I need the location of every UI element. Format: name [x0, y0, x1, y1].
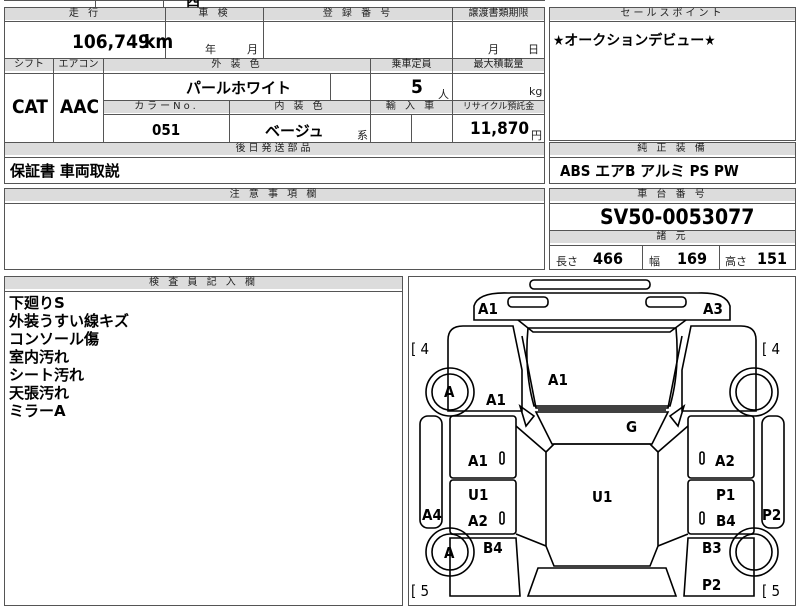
inspector-notes-header: 検 査 員 記 入 欄 [5, 277, 402, 289]
sales-point-header: セールスポイント [550, 8, 795, 20]
exterior-color-header: 外 装 色 [104, 59, 370, 71]
front-right-lamp [645, 296, 687, 308]
exterior-color-value: パールホワイト [186, 79, 292, 97]
front-right-wheel [729, 367, 779, 417]
inspector-notes-list: 下廻りS 外装うすい線キズ コンソール傷 室内汚れ シート汚れ 天張汚れ ミラー… [9, 294, 129, 420]
mark-left-rocker: A4 [422, 506, 442, 524]
later-parts-value: 保証書 車両取説 [10, 162, 120, 180]
registration-header: 登 録 番 号 [264, 8, 452, 20]
standard-equipment-value: ABS エアB アルミ PS PW [560, 162, 739, 180]
bracket-left-top: [ 4 [411, 340, 430, 358]
inspector-note-line: シート汚れ [9, 366, 85, 384]
inspector-note-line: 室内汚れ [9, 348, 70, 366]
shift-header: シフト [5, 59, 53, 71]
recycle-fee-unit: 円 [531, 129, 542, 142]
mark-roof: U1 [592, 488, 613, 506]
hood [526, 327, 678, 407]
mileage-unit: km [144, 31, 174, 53]
mark-right-quarter: B3 [702, 539, 722, 557]
inspector-note-line: 天張汚れ [9, 384, 70, 402]
height-value: 151 [757, 249, 788, 268]
shift-value: CAT [12, 96, 48, 118]
mark-front-left-corner: A1 [478, 300, 498, 318]
mark-right-rocker: P2 [762, 506, 782, 524]
transfer-deadline-header: 譲渡書類期限 [453, 8, 544, 20]
inspector-note-line: ミラーA [9, 402, 66, 420]
max-load-header: 最大積載量 [453, 59, 544, 71]
car-diagram [419, 279, 785, 597]
mark-hood: A1 [548, 371, 568, 389]
rear-window [526, 567, 678, 597]
inspection-year-label: 年 [205, 43, 216, 56]
interior-color-value: ベージュ [265, 122, 324, 140]
windshield [534, 411, 670, 445]
capacity-header: 乗車定員 [371, 59, 452, 71]
import-header: 輸 入 車 [371, 101, 452, 113]
recycle-fee-value: 11,870 [470, 119, 530, 139]
mark-front-left-fender: A1 [486, 391, 506, 409]
mark-rear-left-wheel: A [444, 544, 455, 562]
chassis-number: SV50-0053077 [600, 205, 755, 229]
inspector-note-line: 下廻りS [9, 294, 65, 312]
mark-front-left-wheel: A [444, 383, 455, 401]
recycle-fee-header: リサイクル預託金 [453, 101, 544, 113]
mark-front-right-corner: A3 [703, 300, 723, 318]
mark-rear-right-door-upper: P1 [716, 486, 736, 504]
standard-equipment-header: 純 正 装 備 [550, 143, 795, 155]
sales-point-box [549, 7, 796, 141]
transfer-day-label: 日 [528, 43, 539, 56]
transfer-month-label: 月 [488, 43, 499, 56]
height-label: 高さ [725, 255, 747, 268]
inspection-header: 車 検 [166, 8, 263, 20]
mark-windshield: G [626, 418, 638, 436]
chassis-header: 車 台 番 号 [550, 189, 795, 201]
inspector-note-line: 外装うすい線キズ [9, 312, 130, 330]
hood-edge [521, 335, 683, 409]
mark-rear-right-door-lower: B4 [716, 512, 736, 530]
interior-color-header: 内 装 色 [230, 101, 370, 113]
max-load-unit: kg [529, 85, 543, 98]
mileage-value: 106,749 [72, 31, 150, 53]
front-grille [517, 319, 687, 333]
aircon-header: エアコン [54, 59, 103, 71]
notes-header: 注 意 事 項 欄 [5, 189, 544, 201]
width-value: 169 [677, 249, 708, 268]
sales-point-value: ★オークションデビュー★ [553, 33, 716, 49]
front-bumper [529, 279, 651, 290]
color-no-value: 051 [152, 121, 181, 139]
bracket-right-bottom: [ 5 [762, 582, 781, 600]
capacity-value: 5 [411, 76, 423, 98]
color-no-header: カラーNo. [104, 101, 229, 113]
inspection-month-label: 月 [247, 43, 258, 56]
mark-front-left-door: A1 [468, 452, 488, 470]
mark-front-right-door: A2 [715, 452, 735, 470]
mark-rear-left-door-lower: A2 [468, 512, 488, 530]
dimensions-header: 諸 元 [550, 231, 795, 243]
mileage-header: 走 行 [5, 8, 165, 20]
mark-left-quarter: B4 [483, 539, 503, 557]
bracket-right-top: [ 4 [762, 340, 781, 358]
length-label: 長さ [556, 255, 578, 268]
interior-color-suffix: 系 [357, 129, 368, 142]
front-left-lamp [507, 296, 549, 308]
front-right-fender [681, 325, 757, 412]
bracket-left-bottom: [ 5 [411, 582, 430, 600]
inspector-note-line: コンソール傷 [9, 330, 100, 348]
aircon-value: AAC [60, 96, 100, 118]
width-label: 幅 [649, 255, 660, 268]
mark-rear-left-door-upper: U1 [468, 486, 489, 504]
later-parts-header: 後日発送部品 [5, 143, 544, 155]
length-value: 466 [593, 249, 624, 268]
front-left-fender [447, 325, 523, 412]
mark-rear-right-corner: P2 [702, 576, 722, 594]
